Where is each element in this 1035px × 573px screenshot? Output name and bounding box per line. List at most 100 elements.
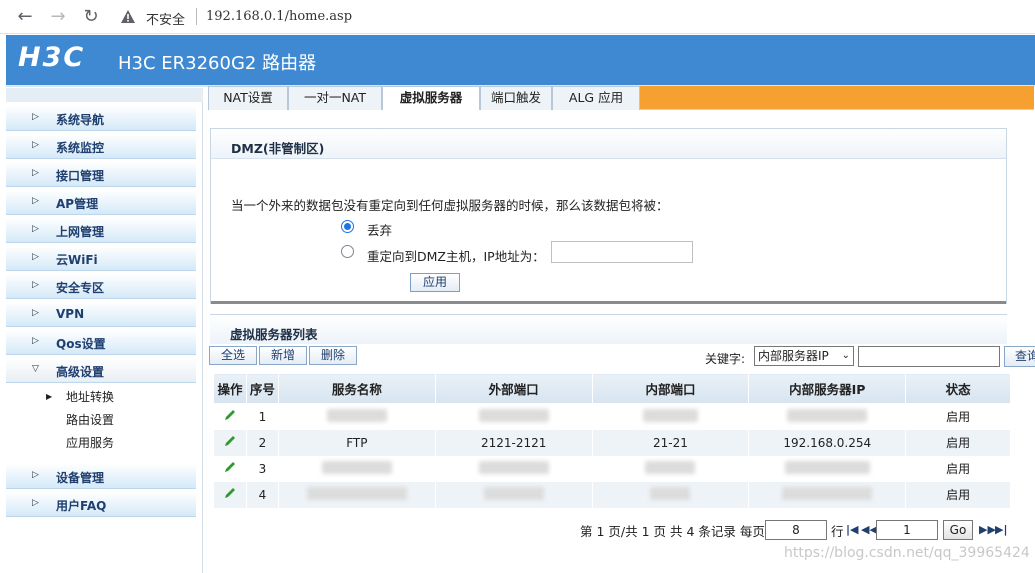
sidebar-item-label: 设备管理	[56, 471, 105, 485]
table-row: 2 FTP 2121-2121 21-21 192.168.0.254 启用	[213, 429, 1011, 456]
redacted-text	[478, 460, 549, 474]
keyword-input[interactable]	[858, 346, 1000, 367]
edit-pencil-icon[interactable]	[223, 434, 237, 448]
tab-bar: NAT设置 一对一NAT 虚拟服务器 端口触发 ALG 应用	[208, 86, 1034, 110]
tab-alg[interactable]: ALG 应用	[552, 86, 640, 110]
keyword-select[interactable]: 内部服务器IP ⌄	[754, 346, 854, 366]
virtual-server-list-header: 虚拟服务器列表	[210, 314, 1007, 344]
table-row: 1 启用	[213, 403, 1011, 430]
row-number: 2	[245, 429, 279, 456]
status-cell: 启用	[905, 481, 1011, 508]
redacted-text	[326, 408, 387, 422]
sidebar-subitem-nat[interactable]: 地址转换	[66, 388, 114, 405]
redacted-text	[650, 486, 691, 500]
external-port-cell	[434, 481, 593, 508]
dmz-description: 当一个外来的数据包没有重定向到任何虚拟服务器的时候，那么该数据包将被：	[231, 198, 669, 213]
last-page-icon[interactable]: ▶|	[995, 523, 1007, 536]
panel-divider	[211, 301, 1006, 304]
pager-summary: 第 1 页/共 1 页 共 4 条记录 每页	[580, 524, 765, 539]
router-header: H3C H3C ER3260G2 路由器	[6, 35, 1035, 85]
insecure-label[interactable]: 不安全	[146, 9, 185, 28]
tab-nat[interactable]: NAT设置	[208, 86, 288, 110]
sidebar-item-label: 上网管理	[56, 225, 105, 239]
search-button[interactable]: 查询	[1004, 346, 1035, 367]
redirect-radio[interactable]	[341, 245, 354, 258]
keyword-select-value: 内部服务器IP	[758, 349, 829, 363]
sidebar-item-qos[interactable]: ▷ Qos设置	[6, 330, 196, 355]
sidebar-item-label: 系统导航	[56, 113, 105, 127]
go-button[interactable]: Go	[943, 520, 973, 540]
redacted-text	[787, 408, 868, 422]
row-number: 1	[245, 403, 279, 430]
h3c-logo: H3C	[18, 42, 86, 73]
internal-port-cell: 21-21	[591, 429, 750, 456]
table-header-row: 操作 序号 服务名称 外部端口 内部端口 内部服务器IP 状态	[213, 373, 1011, 404]
sidebar-item-system-monitor[interactable]: ▷ 系统监控	[6, 134, 196, 159]
url-separator	[196, 8, 197, 25]
collapse-arrow-icon: ▽	[32, 364, 39, 374]
per-page-input[interactable]: 8	[765, 520, 827, 540]
internal-ip-cell: 192.168.0.254	[748, 429, 907, 456]
warning-icon[interactable]	[120, 9, 136, 24]
edit-pencil-icon[interactable]	[223, 408, 237, 422]
sidebar-item-label: 安全专区	[56, 281, 105, 295]
sidebar-item-interface[interactable]: ▷ 接口管理	[6, 162, 196, 187]
back-arrow-icon[interactable]: ←	[14, 6, 36, 28]
service-name-cell	[277, 481, 436, 508]
forward-arrow-icon[interactable]: →	[47, 6, 69, 28]
add-button[interactable]: 新增	[259, 346, 307, 365]
expand-arrow-icon: ▷	[32, 224, 39, 234]
tab-port-trigger[interactable]: 端口触发	[480, 86, 552, 110]
internal-ip-cell	[748, 481, 907, 508]
row-number: 4	[245, 481, 279, 508]
sidebar-item-advanced[interactable]: ▽ 高级设置	[6, 358, 196, 383]
column-header: 操作	[213, 373, 247, 404]
first-page-icon[interactable]: |◀	[846, 523, 858, 536]
redacted-text	[321, 460, 392, 474]
edit-pencil-icon[interactable]	[223, 486, 237, 500]
drop-radio[interactable]	[341, 220, 354, 233]
edit-pencil-icon[interactable]	[223, 460, 237, 474]
sidebar-item-internet[interactable]: ▷ 上网管理	[6, 218, 196, 243]
sidebar-item-vpn[interactable]: ▷ VPN	[6, 302, 196, 327]
address-bar-url[interactable]: 192.168.0.1/home.asp	[206, 9, 352, 24]
sidebar-item-device[interactable]: ▷ 设备管理	[6, 464, 196, 489]
sidebar-item-label: 高级设置	[56, 365, 105, 379]
status-cell: 启用	[905, 429, 1011, 456]
row-number: 3	[245, 455, 279, 482]
column-header: 状态	[905, 373, 1011, 404]
drop-label: 丢弃	[367, 223, 393, 238]
sidebar-item-faq[interactable]: ▷ 用户FAQ	[6, 492, 196, 517]
keyword-label: 关键字:	[705, 352, 746, 366]
sidebar-subitem-app-service[interactable]: 应用服务	[66, 434, 114, 451]
sidebar-item-ap[interactable]: ▷ AP管理	[6, 190, 196, 215]
redacted-text	[782, 486, 873, 500]
expand-arrow-icon: ▷	[32, 280, 39, 290]
redacted-text	[784, 460, 870, 474]
column-header: 内部端口	[591, 373, 750, 404]
external-port-cell: 2121-2121	[434, 429, 593, 456]
sidebar-item-cloud-wifi[interactable]: ▷ 云WiFi	[6, 246, 196, 271]
table-row: 3 启用	[213, 455, 1011, 482]
next-page-icon[interactable]: ▶▶	[979, 523, 996, 536]
sidebar-item-label: AP管理	[56, 197, 99, 211]
delete-button[interactable]: 删除	[309, 346, 357, 365]
dmz-ip-input[interactable]	[551, 241, 693, 263]
page-input[interactable]: 1	[876, 520, 938, 540]
tab-virtual-server[interactable]: 虚拟服务器	[382, 86, 480, 110]
dmz-title: DMZ(非管制区)	[231, 141, 325, 156]
sidebar-subitem-routing[interactable]: 路由设置	[66, 411, 114, 428]
router-model-title: H3C ER3260G2 路由器	[118, 53, 317, 74]
browser-toolbar: ← → ↻ 不安全 192.168.0.1/home.asp	[0, 0, 1035, 34]
reload-icon[interactable]: ↻	[80, 6, 102, 28]
tab-one-to-one-nat[interactable]: 一对一NAT	[288, 86, 382, 110]
sidebar-item-security[interactable]: ▷ 安全专区	[6, 274, 196, 299]
redacted-text	[642, 408, 698, 422]
expand-arrow-icon: ▷	[32, 168, 39, 178]
expand-arrow-icon: ▷	[32, 112, 39, 122]
select-all-button[interactable]: 全选	[209, 346, 257, 365]
virtual-server-table: 操作 序号 服务名称 外部端口 内部端口 内部服务器IP 状态 1 启用 2 F…	[213, 373, 1011, 508]
external-port-cell	[434, 403, 593, 430]
sidebar-item-system-nav[interactable]: ▷ 系统导航	[6, 106, 196, 131]
apply-button[interactable]: 应用	[410, 273, 460, 292]
